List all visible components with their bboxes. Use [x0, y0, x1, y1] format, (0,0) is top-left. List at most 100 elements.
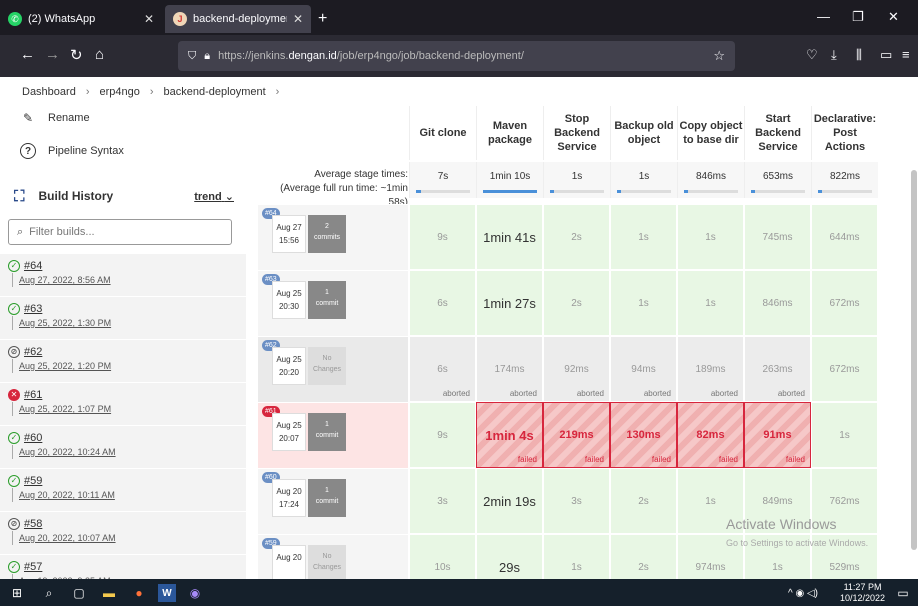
build-history-item[interactable]: ✕ #61 Aug 25, 2022, 1:07 PM [0, 382, 246, 425]
build-number-link[interactable]: #62 [24, 346, 42, 358]
sidebar-item-rename[interactable]: ✎ Rename [20, 110, 90, 126]
run-changes[interactable]: 1 commit [308, 479, 346, 517]
stage-cell[interactable]: 91ms failed [744, 402, 811, 468]
run-changes[interactable]: 1 commit [308, 281, 346, 319]
pocket-icon[interactable]: ♡ [806, 47, 818, 63]
stage-cell[interactable]: 1s [610, 270, 677, 336]
build-number-link[interactable]: #63 [24, 303, 42, 315]
run-changes[interactable]: No Changes [308, 347, 346, 385]
back-icon[interactable]: ← [20, 46, 35, 63]
page-scrollbar[interactable] [910, 78, 918, 579]
stage-cell[interactable]: 10s [409, 534, 476, 579]
chevron-right-icon[interactable]: › [276, 86, 280, 98]
build-date-link[interactable]: Aug 20, 2022, 10:24 AM [12, 445, 246, 459]
forward-icon[interactable]: → [45, 46, 60, 63]
stage-cell[interactable]: 6s aborted [409, 336, 476, 402]
download-icon[interactable]: ⤓ [831, 47, 837, 63]
stage-cell[interactable]: 29s [476, 534, 543, 579]
tab-jenkins[interactable]: J backend-deployment [erp4ngo ✕ [165, 5, 311, 33]
shield-icon[interactable]: ⛉ [188, 50, 196, 63]
stage-cell[interactable]: 1min 27s [476, 270, 543, 336]
stage-cell[interactable]: 2s [610, 468, 677, 534]
stage-cell[interactable]: 94ms aborted [610, 336, 677, 402]
sidebar-item-pipeline-syntax[interactable]: ? Pipeline Syntax [20, 143, 124, 159]
url-bar[interactable]: ⛉ 🔒︎ https://jenkins. dengan.id/job/erp4n… [178, 41, 735, 71]
build-date-link[interactable]: Aug 25, 2022, 1:07 PM [12, 402, 246, 416]
scrollbar-thumb[interactable] [911, 170, 917, 550]
stage-cell[interactable]: 1s [610, 204, 677, 270]
minimize-icon[interactable]: — [817, 9, 830, 24]
breadcrumb-dashboard[interactable]: Dashboard [22, 86, 76, 98]
stage-cell[interactable]: 1s [677, 270, 744, 336]
tab-whatsapp[interactable]: ✆ (2) WhatsApp ✕ [0, 5, 162, 33]
app-icon[interactable]: ◉ [186, 584, 204, 602]
stage-cell[interactable]: 1s [543, 534, 610, 579]
search-icon[interactable]: ⌕ [40, 584, 58, 602]
build-date-link[interactable]: Aug 25, 2022, 1:20 PM [12, 359, 246, 373]
sidebar-icon[interactable]: ▭ [880, 47, 892, 63]
stage-cell[interactable]: 3s [409, 468, 476, 534]
close-tab-icon[interactable]: ✕ [144, 12, 154, 26]
stage-cell[interactable]: 1s [811, 402, 878, 468]
stage-cell[interactable]: 1min 41s [476, 204, 543, 270]
file-explorer-icon[interactable]: ▬ [100, 584, 118, 602]
build-number-link[interactable]: #61 [24, 389, 42, 401]
stage-cell[interactable]: 2s [543, 204, 610, 270]
run-changes[interactable]: 2 commits [308, 215, 346, 253]
notification-icon[interactable]: ▭ [894, 584, 912, 602]
build-number-link[interactable]: #60 [24, 432, 42, 444]
reload-icon[interactable]: ↻ [70, 46, 83, 64]
stage-cell[interactable]: 1s [677, 204, 744, 270]
close-window-icon[interactable]: ✕ [888, 9, 899, 25]
stage-cell[interactable]: 263ms aborted [744, 336, 811, 402]
build-history-item[interactable]: ✓#57Aug 19, 2022, 9:35 AM [0, 554, 246, 579]
build-history-item[interactable]: ✓ #60 Aug 20, 2022, 10:24 AM [0, 425, 246, 468]
breadcrumb-job[interactable]: backend-deployment [164, 86, 266, 98]
stage-cell[interactable]: 672ms [811, 336, 878, 402]
close-tab-icon[interactable]: ✕ [293, 12, 303, 26]
build-date-link[interactable]: Aug 20, 2022, 10:07 AM [12, 531, 246, 545]
stage-cell[interactable]: 644ms [811, 204, 878, 270]
trend-link[interactable]: trend ⌄ [194, 190, 234, 203]
stage-cell[interactable]: 92ms aborted [543, 336, 610, 402]
run-changes[interactable]: No Changes [308, 545, 346, 579]
stage-cell[interactable]: 189ms aborted [677, 336, 744, 402]
home-icon[interactable]: ⌂ [95, 46, 104, 63]
maximize-icon[interactable]: ❐ [852, 9, 864, 25]
word-icon[interactable]: W [158, 584, 176, 602]
run-changes[interactable]: 1 commit [308, 413, 346, 451]
new-tab-button[interactable]: + [318, 10, 327, 28]
stage-cell[interactable]: 9s [409, 204, 476, 270]
build-date-link[interactable]: Aug 25, 2022, 1:30 PM [12, 316, 246, 330]
stage-cell[interactable]: 745ms [744, 204, 811, 270]
bookmark-star-icon[interactable]: ☆ [713, 48, 725, 64]
firefox-icon[interactable]: ● [130, 584, 148, 602]
stage-cell[interactable]: 130ms failed [610, 402, 677, 468]
stage-cell[interactable]: 2s [543, 270, 610, 336]
stage-cell[interactable]: 3s [543, 468, 610, 534]
build-history-item[interactable]: ⊘ #58 Aug 20, 2022, 10:07 AM [0, 511, 246, 554]
stage-cell[interactable]: 219ms failed [543, 402, 610, 468]
menu-icon[interactable]: ≡ [902, 47, 910, 62]
build-history-item[interactable]: ✓ #63 Aug 25, 2022, 1:30 PM [0, 296, 246, 339]
stage-cell[interactable]: 2min 19s [476, 468, 543, 534]
task-view-icon[interactable]: ▢ [70, 584, 88, 602]
build-date-link[interactable]: Aug 27, 2022, 8:56 AM [12, 273, 246, 287]
system-tray-icons[interactable]: ^ ◉ ◁) [768, 584, 838, 602]
build-history-item[interactable]: ✓ #59 Aug 20, 2022, 10:11 AM [0, 468, 246, 511]
build-number-link[interactable]: #64 [24, 260, 42, 272]
filter-builds-input[interactable]: ⌕ Filter builds... [8, 219, 232, 245]
stage-cell[interactable]: 6s [409, 270, 476, 336]
stage-cell[interactable]: 82ms failed [677, 402, 744, 468]
lock-icon[interactable]: 🔒︎ [204, 50, 210, 63]
library-icon[interactable]: ⫼ [856, 47, 862, 63]
windows-start-icon[interactable]: ⊞ [8, 584, 26, 602]
build-history-item[interactable]: ✓ #64 Aug 27, 2022, 8:56 AM [0, 253, 246, 296]
build-date-link[interactable]: Aug 20, 2022, 10:11 AM [12, 488, 246, 502]
breadcrumb-folder[interactable]: erp4ngo [100, 86, 140, 98]
stage-cell[interactable]: 1min 4s failed [476, 402, 543, 468]
stage-cell[interactable]: 846ms [744, 270, 811, 336]
taskbar-clock[interactable]: 11:27 PM 10/12/2022 [840, 582, 885, 604]
build-number-link[interactable]: #59 [24, 475, 42, 487]
build-history-item[interactable]: ⊘ #62 Aug 25, 2022, 1:20 PM [0, 339, 246, 382]
